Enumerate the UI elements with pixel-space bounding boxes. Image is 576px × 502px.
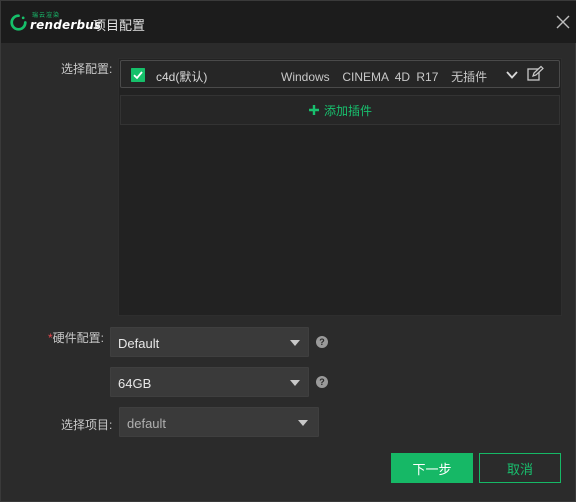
project-select[interactable]: default xyxy=(119,407,319,437)
select-project-label: 选择项目: xyxy=(61,418,113,432)
caret-down-icon xyxy=(298,420,308,426)
select-config-label: 选择配置: xyxy=(61,62,113,76)
project-value: default xyxy=(127,416,167,431)
close-icon[interactable] xyxy=(554,13,572,31)
add-plugin-button[interactable]: 添加插件 xyxy=(120,95,560,125)
caret-down-icon xyxy=(290,380,300,386)
config-os: Windows xyxy=(281,70,330,84)
config-row-c4d[interactable]: c4d(默认) Windows CINEMA 4D R17 无插件 xyxy=(120,60,560,88)
next-button[interactable]: 下一步 xyxy=(391,453,473,483)
hardware-preset-select[interactable]: Default xyxy=(110,327,309,357)
checkbox-checked-icon[interactable] xyxy=(131,68,145,82)
config-detail: Windows CINEMA 4D R17 无插件 xyxy=(281,68,487,85)
brand-name: renderbus xyxy=(30,18,102,32)
help-icon[interactable]: ? xyxy=(316,336,328,348)
renderbus-logo: 瑞云渲染 renderbus xyxy=(10,11,101,33)
edit-icon[interactable] xyxy=(526,65,544,83)
project-config-dialog: 瑞云渲染 renderbus 项目配置 选择配置: c4d(默认) Window… xyxy=(0,0,576,502)
dialog-title: 项目配置 xyxy=(93,18,146,33)
config-software: CINEMA 4D R17 xyxy=(342,70,439,84)
help-icon[interactable]: ? xyxy=(316,376,328,388)
title-bar: 瑞云渲染 renderbus 项目配置 xyxy=(1,1,576,43)
renderbus-logo-icon xyxy=(10,13,27,31)
cancel-button[interactable]: 取消 xyxy=(479,453,561,483)
caret-down-icon xyxy=(290,340,300,346)
memory-value: 64GB xyxy=(118,376,152,391)
hardware-config-label: *硬件配置: xyxy=(48,329,104,346)
hardware-preset-value: Default xyxy=(118,336,160,351)
chevron-down-icon[interactable] xyxy=(506,70,518,80)
add-plugin-label: 添加插件 xyxy=(323,103,372,118)
config-panel: c4d(默认) Windows CINEMA 4D R17 无插件 添加插件 xyxy=(118,58,562,316)
hardware-config-text: 硬件配置: xyxy=(52,331,105,345)
plus-icon xyxy=(308,105,319,115)
config-plugins: 无插件 xyxy=(451,70,488,84)
config-name: c4d(默认) xyxy=(156,70,208,84)
memory-select[interactable]: 64GB xyxy=(110,367,309,397)
